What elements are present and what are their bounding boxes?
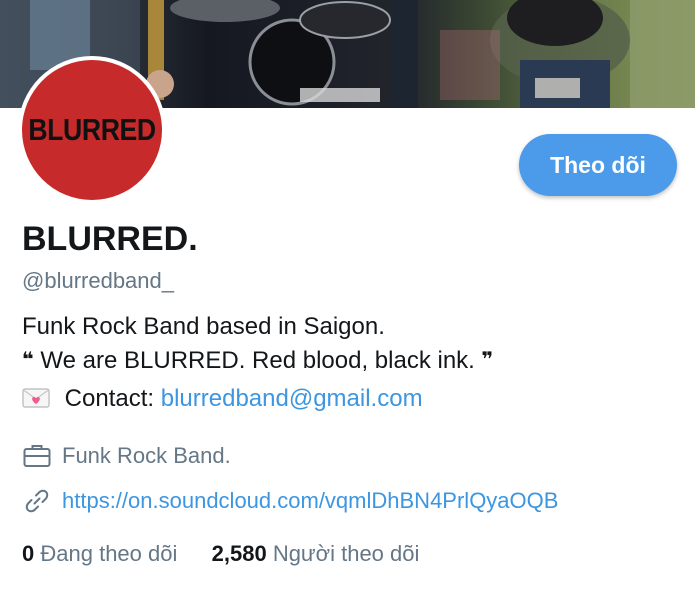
- followers-stat[interactable]: 2,580 Người theo dõi: [212, 541, 420, 566]
- avatar-logo: BLURRED: [22, 60, 162, 200]
- link-icon: [25, 489, 49, 513]
- contact-label: Contact:: [64, 385, 155, 412]
- contact-email-link[interactable]: blurredband@gmail.com: [161, 385, 423, 412]
- profile-display-name: BLURRED.: [22, 220, 198, 258]
- profile-avatar[interactable]: BLURRED: [18, 56, 166, 204]
- briefcase-icon: [23, 445, 51, 467]
- follow-button[interactable]: Theo dõi: [519, 134, 677, 196]
- profile-occupation: Funk Rock Band.: [22, 441, 231, 471]
- followers-label: Người theo dõi: [272, 541, 420, 566]
- bio-line-2: ❝ We are BLURRED. Red blood, black ink. …: [22, 347, 493, 375]
- following-label: Đang theo dõi: [40, 541, 178, 566]
- bio-text-2: We are BLURRED. Red blood, black ink.: [40, 347, 475, 374]
- followers-count: 2,580: [211, 541, 267, 566]
- following-count: 0: [22, 541, 35, 566]
- profile-website: https://on.soundcloud.com/vqmlDhBN4PrlQy…: [22, 486, 558, 516]
- avatar-logo-text: BLURRED: [28, 112, 156, 147]
- follow-stats: 0 Đang theo dõi 2,580 Người theo dõi: [22, 541, 419, 567]
- bio-line-3: Contact: blurredband@gmail.com: [22, 385, 423, 413]
- close-quote-icon: ❞: [481, 349, 494, 371]
- website-link[interactable]: https://on.soundcloud.com/vqmlDhBN4PrlQy…: [62, 488, 558, 514]
- bio-line-1: Funk Rock Band based in Saigon.: [22, 313, 385, 341]
- occupation-text: Funk Rock Band.: [62, 443, 231, 468]
- bio-text-1: Funk Rock Band based in Saigon.: [22, 313, 385, 340]
- profile-handle: @blurredband_: [22, 268, 174, 293]
- envelope-heart-icon: [22, 388, 50, 408]
- following-stat[interactable]: 0 Đang theo dõi: [22, 541, 184, 566]
- profile-page: BLURRED Theo dõi BLURRED. @blurredband_ …: [0, 0, 695, 600]
- open-quote-icon: ❝: [22, 349, 34, 371]
